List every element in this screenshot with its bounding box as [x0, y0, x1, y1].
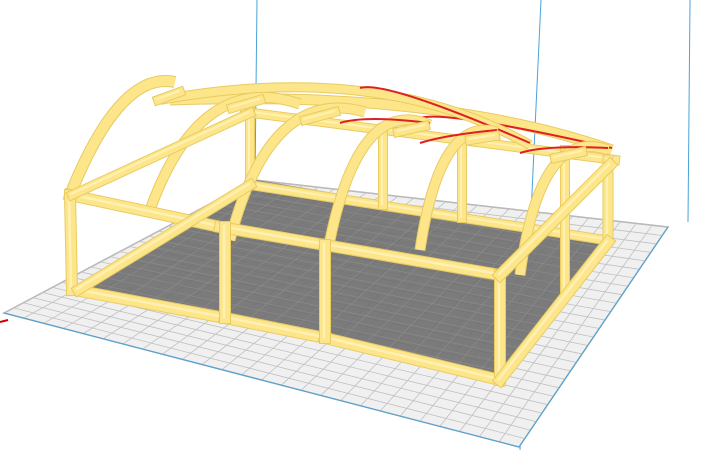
scene-canvas[interactable] [0, 0, 711, 461]
volume-edge-back-right [687, 0, 691, 223]
3d-viewport[interactable] [0, 0, 711, 461]
axis-origin-marker [0, 319, 9, 323]
x-axis-mark [0, 319, 9, 323]
